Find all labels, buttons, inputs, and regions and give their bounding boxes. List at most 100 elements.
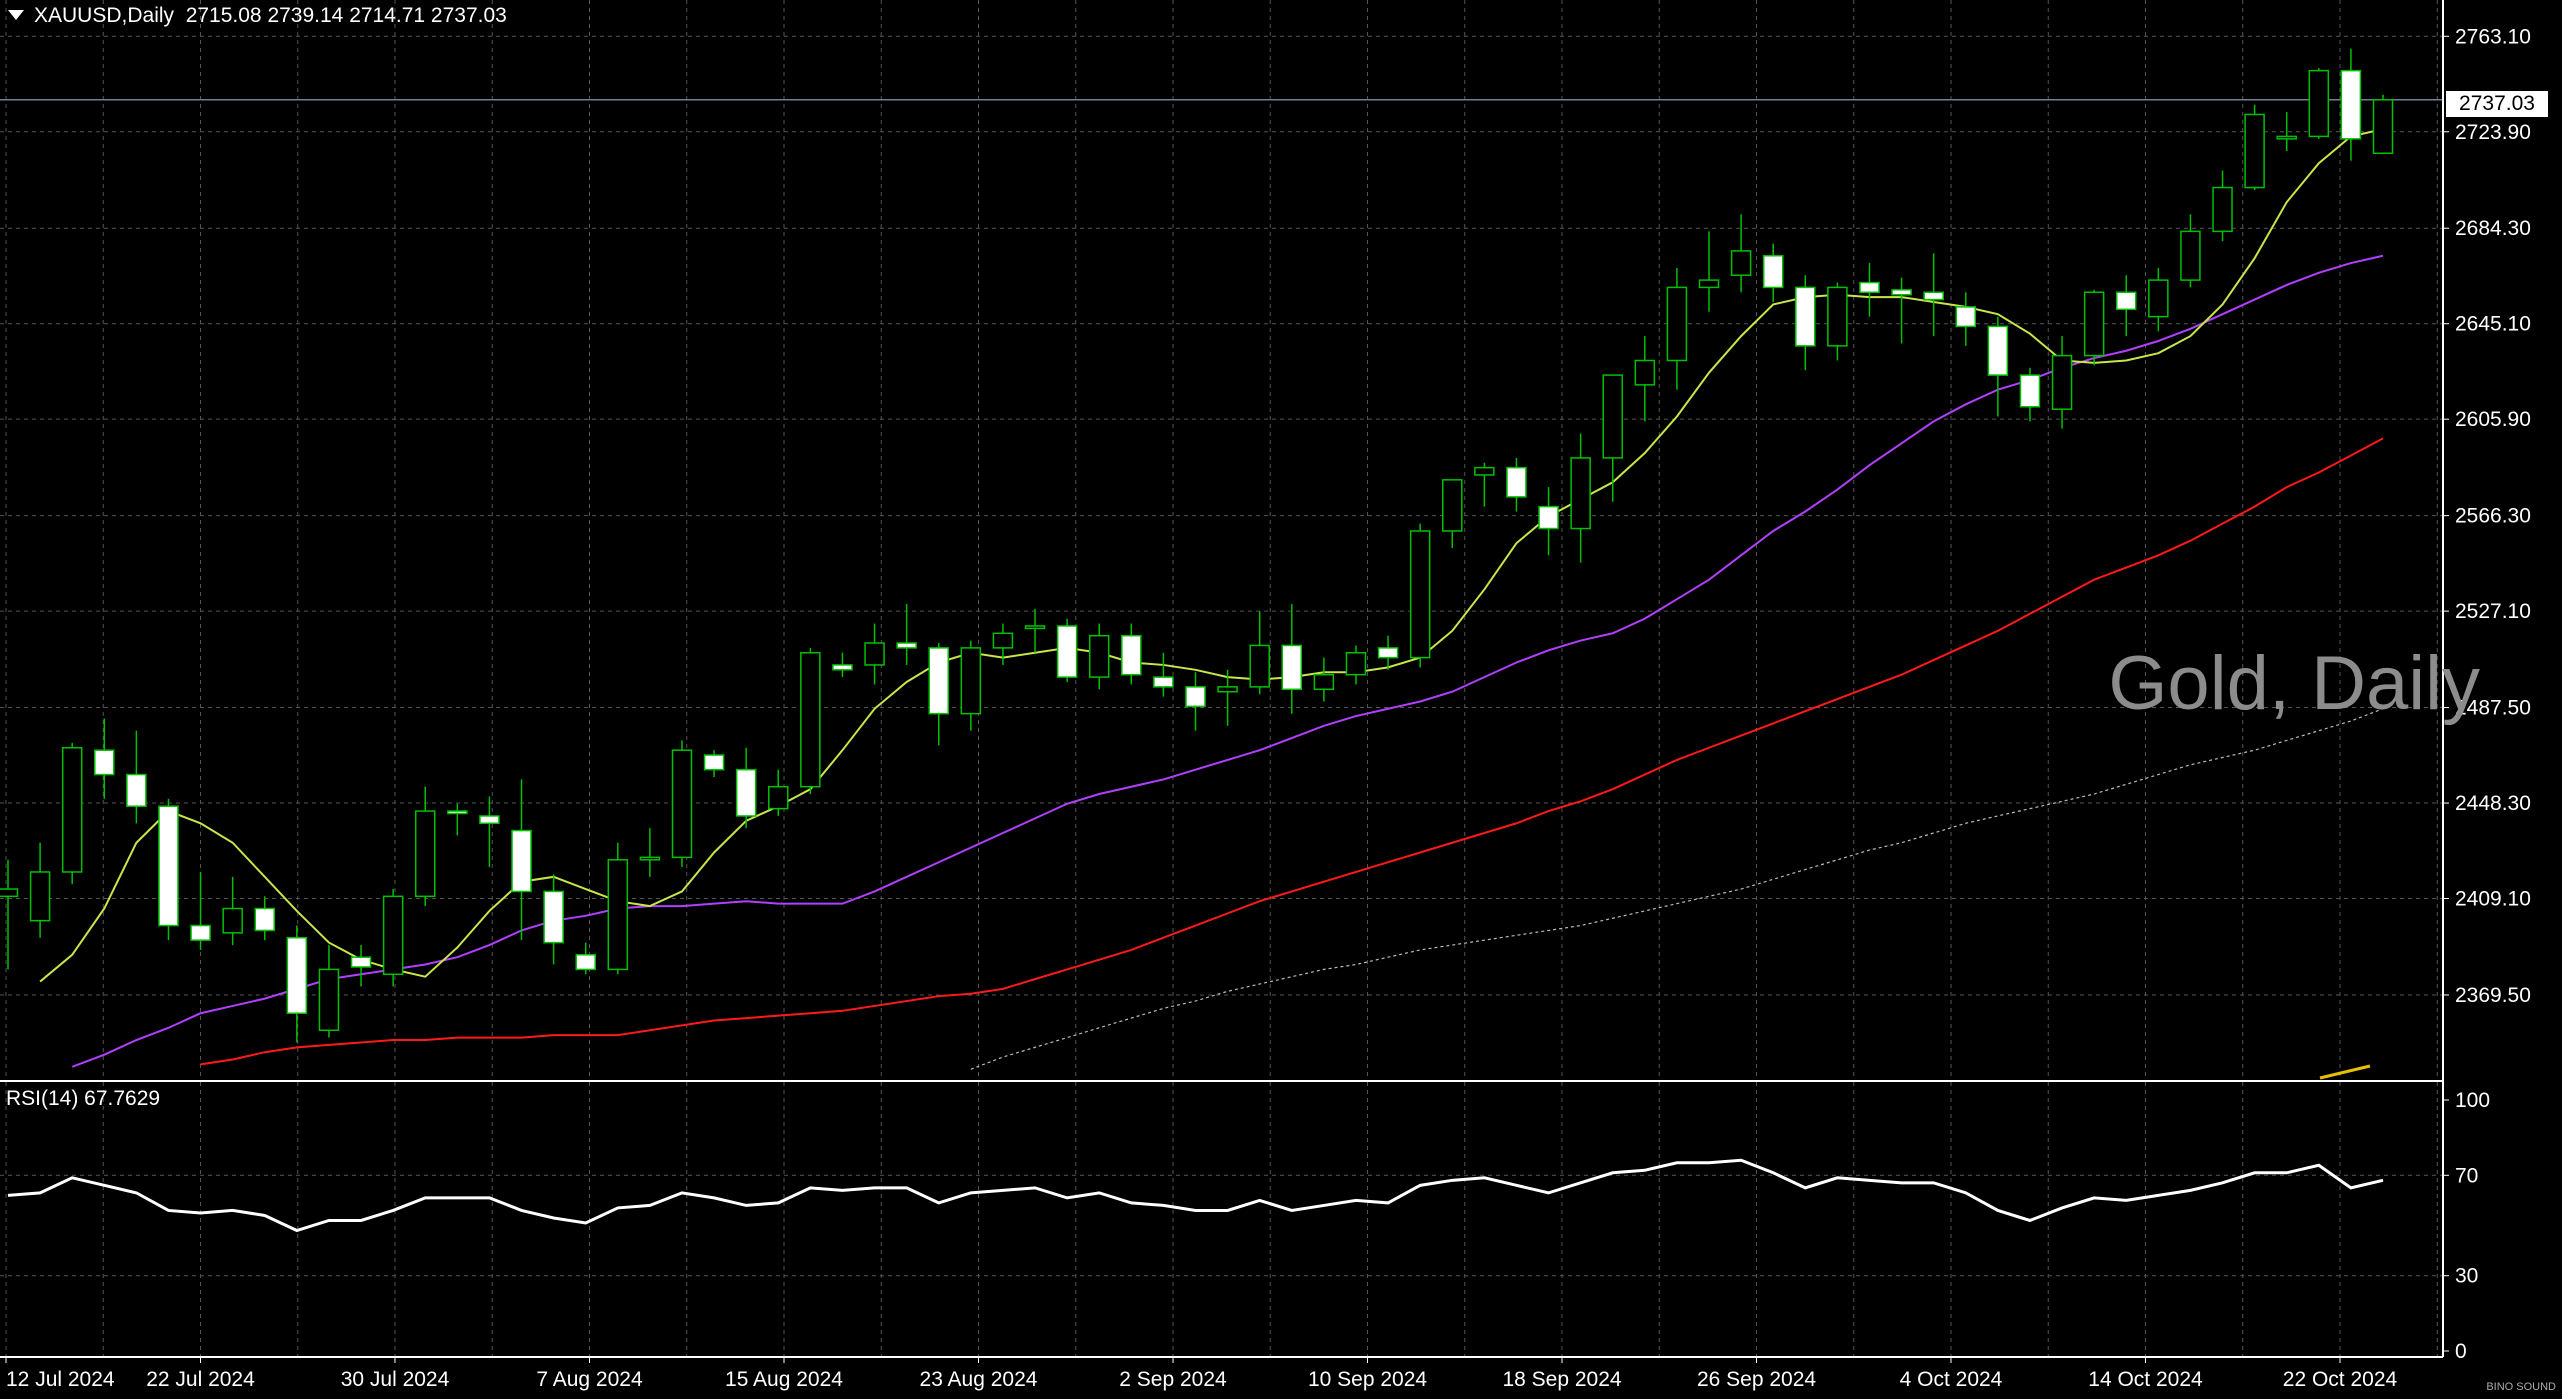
candles [0,48,2394,1043]
candle-body [2148,279,2169,318]
candle-body [414,810,436,898]
candle-body [864,642,885,666]
candle-body [2212,186,2233,233]
candle [1602,374,1623,502]
candle-body [511,829,532,893]
candle-body [1409,530,1431,659]
candle-body [703,754,725,771]
price-tick-label: 2723.90 [2455,121,2531,144]
candle [286,925,308,1043]
ma-long-line [970,708,2384,1070]
rsi-tick-label: 30 [2455,1265,2478,1288]
candle [1185,672,1206,731]
rsi-label: RSI(14) 67.7629 [6,1087,161,1110]
candle-body [126,773,147,807]
candle [190,871,211,950]
candle [1024,608,1046,653]
candle-body [2180,230,2201,281]
candle-body [94,749,115,776]
price-tick-label: 2448.30 [2455,792,2531,815]
candle [575,942,596,975]
candle [1634,336,1656,422]
candle-body [1923,291,1944,301]
candle-body [2244,113,2265,189]
rsi-panel [0,1158,2443,1277]
candle [607,842,629,975]
candle-body [1730,250,1752,276]
candle-body [2340,69,2362,140]
candle-body [928,647,949,715]
candle [639,828,661,877]
candle-body [1891,289,1912,296]
candle-body [2083,291,2105,357]
candle [2212,170,2233,242]
time-tick-label: 15 Aug 2024 [725,1368,843,1391]
candle [1923,253,1944,337]
indicator-stub [2319,1064,2371,1080]
candle-body [1056,625,1078,678]
candle-body [479,815,500,825]
candle-body [1602,374,1623,459]
candle [2340,48,2362,161]
candle-body [0,888,19,898]
candle [1666,267,1688,390]
time-tick-label: 7 Aug 2024 [536,1368,643,1391]
candle-body [832,664,853,671]
candle-body [1827,286,1848,347]
candle [158,798,179,941]
candle-body [1474,466,1495,476]
price-tick-label: 2605.90 [2455,408,2531,431]
candle-body [1345,652,1367,676]
candle [2051,336,2073,429]
candle-body [1859,281,1880,294]
candle [1409,523,1431,668]
candle-body [1281,644,1303,691]
candle [414,786,436,907]
candle-body [61,746,83,873]
candle-body [1185,686,1206,708]
candle-body [1570,457,1591,530]
candle [2244,104,2265,190]
candle [1506,457,1527,512]
price-tick-label: 2763.10 [2455,25,2531,48]
candle-body [1153,676,1174,688]
time-tick-label: 22 Jul 2024 [146,1368,255,1391]
symbol-label: XAUUSD,Daily [34,4,175,27]
candle-body [350,956,372,968]
candle [2308,68,2330,139]
price-tick-label: 2409.10 [2455,888,2531,911]
candle [1698,231,1720,312]
candle [1442,479,1463,549]
ohlc-values: 2715.08 2739.14 2714.71 2737.03 [185,4,507,27]
candle [222,876,243,946]
price-tick-label: 2369.50 [2455,984,2531,1007]
candle-body [2051,354,2073,410]
candle [1987,316,2009,417]
ma-slow-line [200,437,2384,1066]
dropdown-triangle-icon[interactable] [8,10,24,21]
candle [61,742,83,885]
candle-body [2372,99,2394,155]
candle-body [1666,286,1688,362]
candle-body [222,907,243,934]
time-tick-label: 2 Sep 2024 [1119,1368,1227,1391]
candle-body [1442,479,1463,532]
candle-body [158,805,179,927]
candle [1955,292,1977,346]
time-tick-label: 4 Oct 2024 [1900,1368,2003,1391]
candle [1056,618,1078,682]
candle [126,730,147,824]
candle [2115,275,2137,337]
candle [703,750,725,777]
candle [2019,367,2041,422]
candle-body [1249,644,1270,688]
candle [382,889,404,987]
candle [768,769,789,816]
candle-body [382,895,404,976]
candle-body [671,749,693,859]
candle-body [1987,325,2009,376]
time-tick-label: 23 Aug 2024 [920,1368,1038,1391]
candle-body [1377,647,1399,659]
candle [1281,604,1303,714]
price-tick-label: 2684.30 [2455,217,2531,240]
